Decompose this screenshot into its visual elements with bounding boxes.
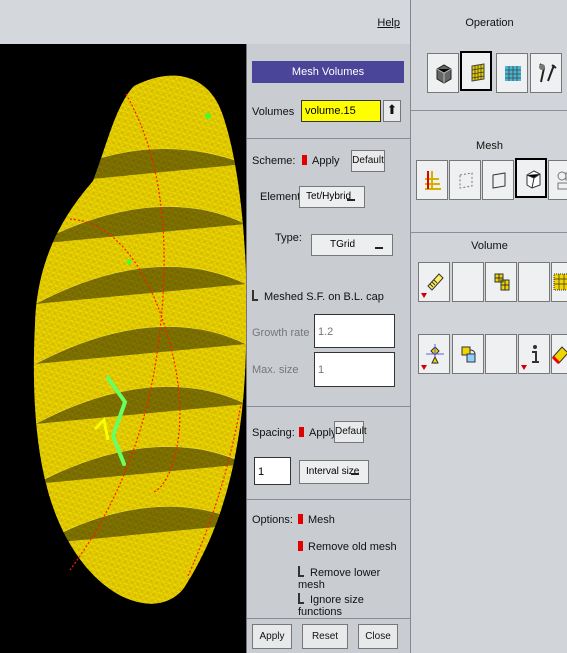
meshed-sf-checkbox[interactable]: Meshed S.F. on B.L. cap: [252, 290, 384, 303]
geometry-cube-icon[interactable]: [427, 53, 459, 93]
section-divider: [247, 618, 411, 619]
checked-box-icon: [298, 541, 303, 551]
scheme-default-button[interactable]: Default: [351, 150, 385, 172]
ignore-size-functions-option[interactable]: Ignore size functions: [298, 593, 410, 618]
edge-mesh-icon[interactable]: [449, 160, 481, 200]
info-icon[interactable]: [518, 334, 550, 374]
max-size-label: Max. size: [252, 364, 299, 376]
apply-button[interactable]: Apply: [252, 624, 292, 649]
volume-input[interactable]: volume.15: [301, 100, 381, 122]
dotted-volume-icon[interactable]: [551, 262, 567, 302]
volume-arrow-button[interactable]: ⬆: [383, 100, 401, 122]
create-volume-icon[interactable]: [418, 262, 450, 302]
checked-box-icon: [302, 155, 307, 165]
submenu-arrow-icon: [421, 365, 427, 370]
toolbar-separator: [411, 232, 567, 233]
interval-size-select[interactable]: Interval size: [299, 460, 369, 484]
yellow-wireframe-volume: [33, 75, 246, 604]
blank-icon[interactable]: [485, 334, 517, 374]
type-select[interactable]: TGrid: [311, 234, 393, 256]
type-label: Type:: [275, 232, 302, 244]
tools-icon[interactable]: [530, 53, 562, 93]
volume-title: Volume: [471, 240, 508, 252]
help-menu[interactable]: Help: [377, 17, 400, 29]
spacing-apply-toggle[interactable]: Apply: [299, 427, 337, 439]
grid-icon[interactable]: [496, 53, 528, 93]
growth-rate-label: Growth rate: [252, 327, 310, 339]
max-size-input[interactable]: 1: [314, 352, 395, 387]
blank-icon[interactable]: [452, 262, 484, 302]
move-volume-icon[interactable]: [418, 334, 450, 374]
unchecked-box-icon: [298, 593, 304, 604]
remove-old-mesh-option[interactable]: Remove old mesh: [298, 541, 397, 553]
volume-mesh-icon[interactable]: [515, 158, 547, 198]
mesh-volumes-panel: Mesh Volumes Volumes volume.15 ⬆ Scheme:…: [246, 44, 411, 653]
close-button[interactable]: Close: [358, 624, 398, 649]
growth-rate-input[interactable]: 1.2: [314, 314, 395, 348]
section-divider: [247, 499, 411, 500]
toolbar-palette: Operation Mesh Volume: [410, 0, 567, 653]
spacing-label: Spacing:: [252, 427, 295, 439]
section-divider: [247, 138, 411, 139]
volumes-label: Volumes: [252, 106, 295, 118]
face-mesh-icon[interactable]: [482, 160, 514, 200]
scheme-label: Scheme:: [252, 155, 296, 167]
boundary-layer-icon[interactable]: [416, 160, 448, 200]
reset-button[interactable]: Reset: [302, 624, 348, 649]
elements-select[interactable]: Tet/Hybrid: [299, 186, 365, 208]
split-volume-icon[interactable]: [485, 262, 517, 302]
scheme-apply-toggle[interactable]: Apply: [302, 155, 340, 167]
submenu-arrow-icon: [421, 293, 427, 298]
mesh-icon[interactable]: [460, 51, 492, 91]
spacing-default-button[interactable]: Default: [334, 421, 367, 443]
erase-icon[interactable]: [551, 334, 567, 374]
checked-box-icon: [298, 514, 303, 524]
unchecked-box-icon: [252, 290, 258, 301]
spacing-value-input[interactable]: 1: [254, 457, 291, 485]
toolbar-separator: [411, 110, 567, 111]
group-mesh-icon[interactable]: [548, 160, 567, 200]
section-divider: [247, 406, 411, 407]
mesh-preview-viewport[interactable]: [0, 44, 246, 653]
link-volume-icon[interactable]: [452, 334, 484, 374]
operation-title: Operation: [465, 17, 514, 29]
remove-lower-mesh-option[interactable]: Remove lower mesh: [298, 566, 410, 591]
unchecked-box-icon: [298, 566, 304, 577]
mesh-title: Mesh: [476, 140, 503, 152]
blank-icon[interactable]: [518, 262, 550, 302]
panel-title: Mesh Volumes: [252, 61, 404, 83]
options-label: Options:: [252, 514, 293, 526]
checked-box-icon: [299, 427, 304, 437]
mesh-option[interactable]: Mesh: [298, 514, 335, 526]
submenu-arrow-icon: [521, 365, 527, 370]
top-menu-bar: Help: [0, 0, 410, 45]
